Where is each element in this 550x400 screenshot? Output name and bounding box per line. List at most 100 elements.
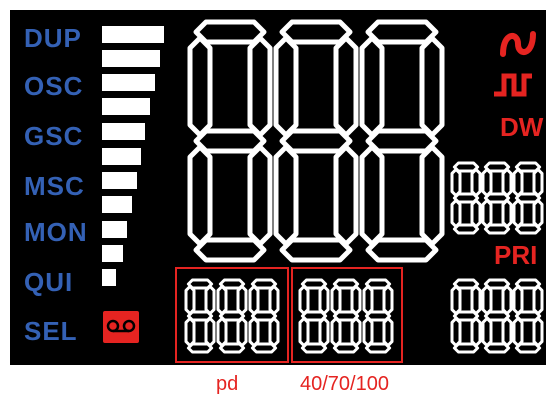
digit-segment xyxy=(350,316,362,348)
digit-segment xyxy=(359,35,385,138)
digit-segment xyxy=(470,198,482,229)
digit-segment xyxy=(204,284,216,316)
digit-segment xyxy=(512,316,524,348)
digit-segment xyxy=(247,144,273,247)
level-bar-6 xyxy=(102,148,141,165)
digit-segment xyxy=(365,237,439,263)
dw-indicator: DW xyxy=(500,112,544,142)
digit-segment xyxy=(187,35,213,138)
digit-segment xyxy=(279,19,353,45)
digit-segment xyxy=(350,284,362,316)
digit-segment xyxy=(362,316,374,348)
digit-segment xyxy=(481,316,493,348)
pri-digit-3 xyxy=(512,278,544,354)
digit-segment xyxy=(450,284,462,316)
range-caption: 40/70/100 xyxy=(300,373,389,395)
digit-segment xyxy=(532,167,544,198)
digit-segment xyxy=(512,284,524,316)
mode-label-sel: SEL xyxy=(24,316,78,346)
digit-segment xyxy=(193,237,267,263)
digit-segment xyxy=(184,316,196,348)
pri-digit-2 xyxy=(481,278,513,354)
digit-segment xyxy=(216,316,228,348)
mode-label-qui: QUI xyxy=(24,267,74,297)
dw-digit-3 xyxy=(512,161,544,235)
digit-segment xyxy=(318,284,330,316)
digit-segment xyxy=(481,198,493,229)
digit-segment xyxy=(501,167,513,198)
digit-segment xyxy=(382,316,394,348)
digit-segment xyxy=(187,144,213,247)
digit-segment xyxy=(470,167,482,198)
digit-segment xyxy=(193,19,267,45)
digit-segment xyxy=(365,19,439,45)
digit-segment xyxy=(512,198,524,229)
level-bar-5 xyxy=(102,123,145,140)
digit-segment xyxy=(273,144,299,247)
lcd-panel: DUP OSC GSC MSC MON QUI SEL DW PRI xyxy=(10,10,546,365)
digit-segment xyxy=(419,144,445,247)
digit-segment xyxy=(532,316,544,348)
digit-segment xyxy=(248,316,260,348)
digit-segment xyxy=(273,35,299,138)
cassette-tape-icon xyxy=(103,311,139,343)
level-bar-7 xyxy=(102,172,137,189)
digit-segment xyxy=(382,284,394,316)
pri-digit-1 xyxy=(450,278,482,354)
digit-segment xyxy=(204,316,216,348)
mode-label-mon: MON xyxy=(24,217,88,247)
level-bar-11 xyxy=(102,269,116,286)
pd-digit-1 xyxy=(184,278,216,354)
digit-segment xyxy=(248,284,260,316)
digit-segment xyxy=(501,316,513,348)
mode-label-gsc: GSC xyxy=(24,121,84,151)
digit-segment xyxy=(532,198,544,229)
level-bar-10 xyxy=(102,245,123,262)
level-bar-9 xyxy=(102,221,127,238)
digit-segment xyxy=(532,284,544,316)
digit-segment xyxy=(450,167,462,198)
mode-label-msc: MSC xyxy=(24,171,85,201)
digit-segment xyxy=(330,284,342,316)
pri-indicator: PRI xyxy=(494,240,538,270)
range-digit-2 xyxy=(330,278,362,354)
digit-segment xyxy=(470,284,482,316)
digit-segment xyxy=(330,316,342,348)
pd-frame xyxy=(175,267,289,363)
level-bar-1 xyxy=(102,26,164,43)
level-bar-8 xyxy=(102,196,132,213)
level-bar-3 xyxy=(102,74,155,91)
digit-segment xyxy=(247,35,273,138)
square-wave-icon xyxy=(494,73,532,97)
digit-segment xyxy=(193,128,267,154)
mode-label-osc: OSC xyxy=(24,71,84,101)
dw-digit-1 xyxy=(450,161,482,235)
digit-segment xyxy=(236,316,248,348)
pd-caption: pd xyxy=(216,373,239,395)
big-digit-1 xyxy=(187,19,273,263)
digit-segment xyxy=(450,316,462,348)
digit-segment xyxy=(419,35,445,138)
sine-wave-icon xyxy=(500,31,536,57)
digit-segment xyxy=(268,284,280,316)
mode-label-dup: DUP xyxy=(24,23,82,53)
digit-segment xyxy=(450,198,462,229)
digit-segment xyxy=(481,284,493,316)
digit-segment xyxy=(298,316,310,348)
digit-segment xyxy=(279,237,353,263)
digit-segment xyxy=(470,316,482,348)
digit-segment xyxy=(359,144,385,247)
digit-segment xyxy=(333,144,359,247)
big-digit-2 xyxy=(273,19,359,263)
digit-segment xyxy=(481,167,493,198)
digit-segment xyxy=(236,284,248,316)
digit-segment xyxy=(184,284,196,316)
range-digit-3 xyxy=(362,278,394,354)
pd-digit-3 xyxy=(248,278,280,354)
digit-segment xyxy=(216,284,228,316)
level-bar-4 xyxy=(102,98,150,115)
digit-segment xyxy=(318,316,330,348)
level-bar-2 xyxy=(102,50,160,67)
digit-segment xyxy=(365,128,439,154)
digit-segment xyxy=(512,167,524,198)
